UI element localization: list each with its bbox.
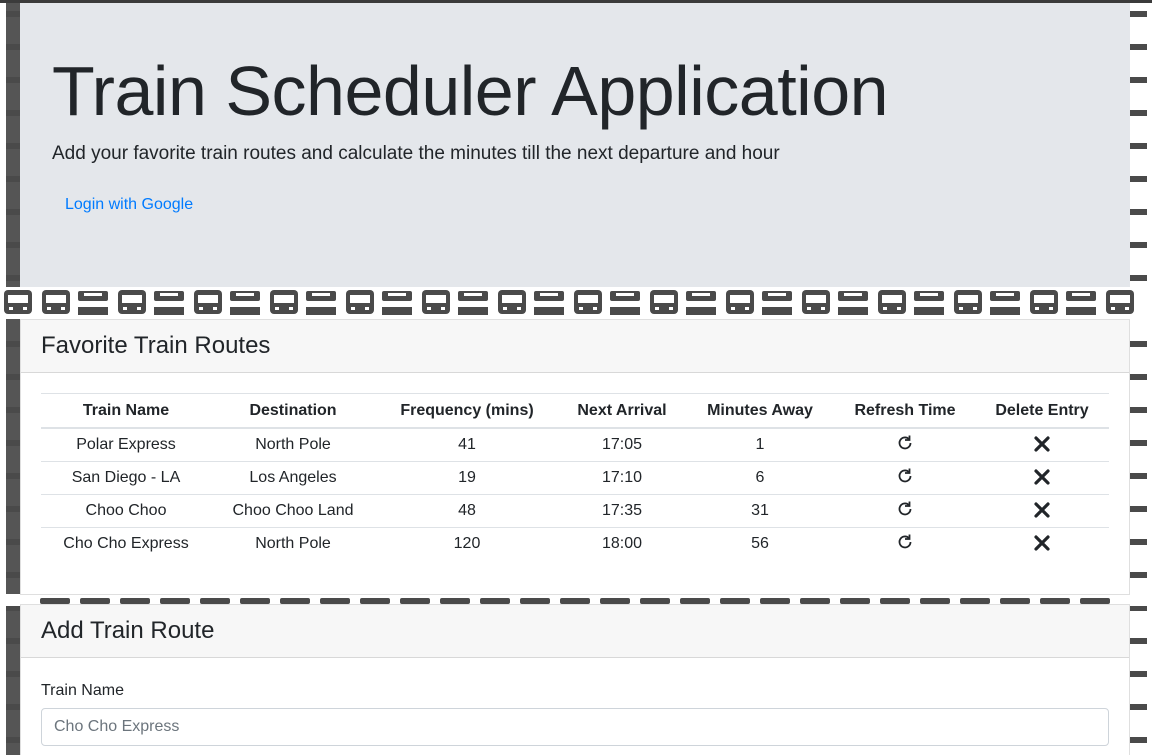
cell-frequency: 120 — [375, 527, 559, 560]
cell-delete — [975, 461, 1109, 495]
close-icon[interactable] — [1032, 533, 1052, 553]
refresh-icon[interactable] — [895, 532, 915, 552]
train-pattern-strip — [0, 287, 1152, 319]
cell-minutes-away: 56 — [685, 527, 835, 560]
cell-minutes-away: 31 — [685, 494, 835, 528]
routes-table: Train Name Destination Frequency (mins) … — [41, 393, 1109, 560]
cell-next-arrival: 17:35 — [559, 494, 685, 528]
refresh-icon[interactable] — [895, 466, 915, 486]
add-route-title: Add Train Route — [41, 617, 215, 644]
train-name-label: Train Name — [41, 682, 124, 699]
login-google-link[interactable]: Login with Google — [65, 196, 193, 214]
favorites-title: Favorite Train Routes — [41, 332, 271, 359]
cell-destination: Los Angeles — [211, 461, 375, 495]
cell-train-name: Polar Express — [41, 427, 211, 462]
favorites-card-body: Train Name Destination Frequency (mins) … — [21, 373, 1129, 580]
cell-delete — [975, 427, 1109, 462]
cell-next-arrival: 17:05 — [559, 427, 685, 462]
cell-train-name: Cho Cho Express — [41, 527, 211, 560]
cell-refresh — [835, 527, 975, 560]
cell-train-name: Choo Choo — [41, 494, 211, 528]
cell-next-arrival: 17:10 — [559, 461, 685, 495]
cell-delete — [975, 494, 1109, 528]
close-icon[interactable] — [1032, 500, 1052, 520]
column-header-next-arrival: Next Arrival — [559, 393, 685, 429]
favorites-card-header: Favorite Train Routes — [21, 320, 1129, 373]
table-row: Polar Express North Pole 41 17:05 1 — [41, 427, 1109, 462]
cell-refresh — [835, 427, 975, 462]
cell-destination: North Pole — [211, 427, 375, 462]
column-header-train-name: Train Name — [41, 393, 211, 429]
train-pattern-icons — [4, 290, 1134, 315]
cell-refresh — [835, 461, 975, 495]
add-route-card-header: Add Train Route — [21, 605, 1129, 658]
page-title: Train Scheduler Application — [52, 52, 889, 130]
column-header-destination: Destination — [211, 393, 375, 429]
table-row: Choo Choo Choo Choo Land 48 17:35 31 — [41, 494, 1109, 528]
cell-frequency: 41 — [375, 427, 559, 462]
table-row: Cho Cho Express North Pole 120 18:00 56 — [41, 527, 1109, 560]
cell-destination: Choo Choo Land — [211, 494, 375, 528]
refresh-icon[interactable] — [895, 499, 915, 519]
cell-next-arrival: 18:00 — [559, 527, 685, 560]
cell-delete — [975, 527, 1109, 560]
jumbotron: Train Scheduler Application Add your fav… — [20, 3, 1130, 287]
cell-frequency: 48 — [375, 494, 559, 528]
cell-refresh — [835, 494, 975, 528]
add-route-card-body: Train Name — [21, 658, 1129, 755]
page-lead: Add your favorite train routes and calcu… — [52, 143, 780, 164]
cell-destination: North Pole — [211, 527, 375, 560]
refresh-icon[interactable] — [895, 433, 915, 453]
column-header-delete-entry: Delete Entry — [975, 393, 1109, 429]
close-icon[interactable] — [1032, 467, 1052, 487]
column-header-minutes-away: Minutes Away — [685, 393, 835, 429]
cell-minutes-away: 1 — [685, 427, 835, 462]
cell-frequency: 19 — [375, 461, 559, 495]
favorites-card: Favorite Train Routes Train Name Destina… — [20, 319, 1130, 595]
cell-minutes-away: 6 — [685, 461, 835, 495]
column-header-refresh-time: Refresh Time — [835, 393, 975, 429]
column-header-frequency: Frequency (mins) — [375, 393, 559, 429]
table-header-row: Train Name Destination Frequency (mins) … — [41, 393, 1109, 429]
add-route-card: Add Train Route Train Name — [20, 604, 1130, 755]
cell-train-name: San Diego - LA — [41, 461, 211, 495]
close-icon[interactable] — [1032, 434, 1052, 454]
train-name-input[interactable] — [41, 708, 1109, 746]
table-row: San Diego - LA Los Angeles 19 17:10 6 — [41, 461, 1109, 495]
